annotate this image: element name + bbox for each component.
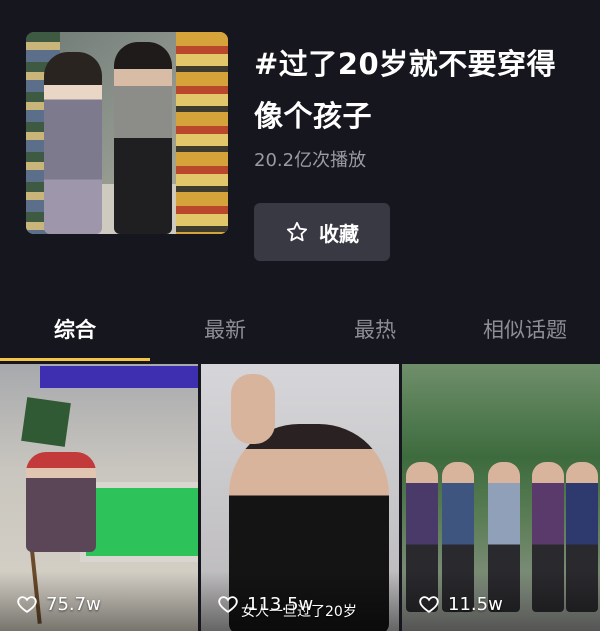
favorite-label: 收藏 — [319, 221, 359, 246]
topic-header: #过了20岁就不要穿得像个孩子 20.2亿次播放 收藏 — [0, 0, 600, 300]
play-count: 20.2亿次播放 — [254, 150, 367, 171]
like-count-value: 11.5w — [448, 593, 503, 615]
video-grid: 75.7w 女人一旦过了20岁 113.5w 11.5w — [0, 364, 600, 631]
like-count-value: 113.5w — [247, 593, 314, 615]
tab-hottest[interactable]: 最热 — [300, 314, 450, 344]
tab-similar-topics[interactable]: 相似话题 — [450, 314, 600, 344]
video-card[interactable]: 11.5w — [402, 364, 600, 631]
active-tab-indicator — [0, 358, 150, 361]
video-card[interactable]: 75.7w — [0, 364, 198, 631]
like-count: 113.5w — [217, 593, 313, 615]
favorite-button[interactable]: 收藏 — [254, 203, 390, 261]
tab-comprehensive[interactable]: 综合 — [0, 314, 150, 344]
heart-outline-icon — [17, 596, 37, 613]
video-card[interactable]: 女人一旦过了20岁 113.5w — [201, 364, 399, 631]
topic-cover-image[interactable] — [26, 32, 228, 234]
like-count: 75.7w — [16, 593, 101, 615]
like-count-value: 75.7w — [46, 593, 101, 615]
tab-bar: 综合 最新 最热 相似话题 — [0, 300, 600, 362]
topic-title: #过了20岁就不要穿得像个孩子 — [254, 47, 557, 133]
heart-outline-icon — [419, 596, 439, 613]
heart-outline-icon — [218, 596, 238, 613]
like-count: 11.5w — [418, 593, 503, 615]
star-outline-icon — [286, 221, 308, 242]
tab-latest[interactable]: 最新 — [150, 314, 300, 344]
